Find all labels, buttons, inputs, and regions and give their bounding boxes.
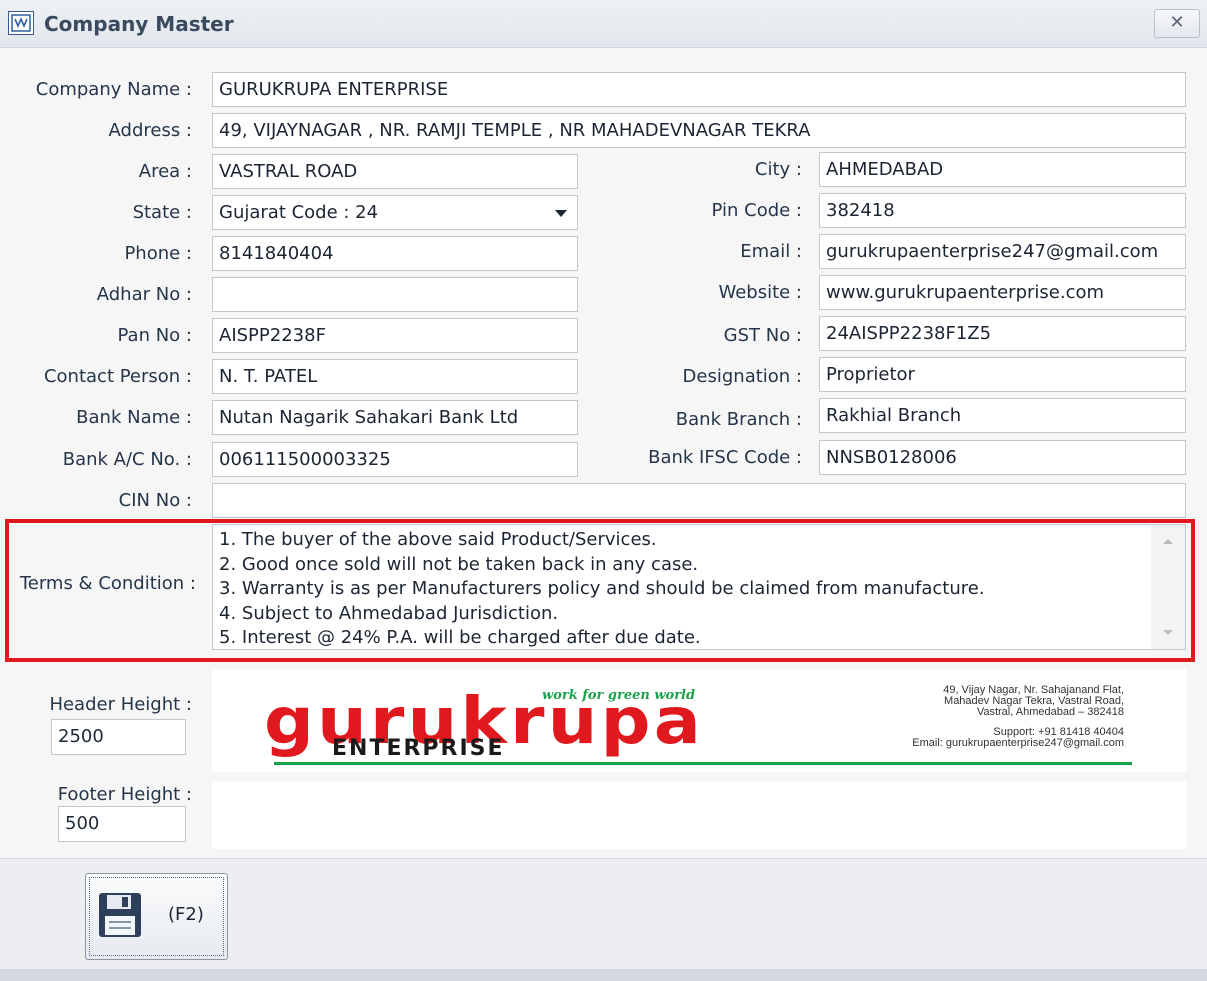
scroll-down-icon[interactable] xyxy=(1163,630,1173,635)
bank-branch-label: Bank Branch : xyxy=(675,409,802,430)
logo-sub: ENTERPRISE xyxy=(332,736,505,761)
cin-no-input[interactable] xyxy=(212,483,1186,518)
designation-input[interactable]: Proprietor xyxy=(819,357,1186,392)
close-icon[interactable]: ✕ xyxy=(1169,12,1184,33)
footer-height-input[interactable]: 500 xyxy=(58,806,186,842)
close-button[interactable]: ✕ xyxy=(1154,9,1200,38)
terms-line: 3. Warranty is as per Manufacturers poli… xyxy=(219,578,985,599)
bank-ac-no-input[interactable]: 006111500003325 xyxy=(212,442,578,477)
company-name-label: Company Name : xyxy=(35,79,192,100)
window-title: Company Master xyxy=(44,12,234,36)
bank-name-label: Bank Name : xyxy=(76,407,192,428)
header-height-label: Header Height : xyxy=(49,694,192,715)
bank-name-input[interactable]: Nutan Nagarik Sahakari Bank Ltd xyxy=(212,400,578,435)
bank-ac-no-label: Bank A/C No. : xyxy=(62,449,192,470)
title-bar: Company Master ✕ xyxy=(0,0,1207,48)
city-label: City : xyxy=(754,159,802,180)
pan-no-label: Pan No : xyxy=(117,325,192,346)
logo-address-line: Vastral, Ahmedabad – 382418 xyxy=(977,706,1124,718)
contact-person-input[interactable]: N. T. PATEL xyxy=(212,359,578,394)
cin-no-label: CIN No : xyxy=(118,490,192,511)
bank-branch-input[interactable]: Rakhial Branch xyxy=(819,398,1186,433)
website-input[interactable]: www.gurukrupaenterprise.com xyxy=(819,275,1186,310)
pin-code-input[interactable]: 382418 xyxy=(819,193,1186,228)
phone-label: Phone : xyxy=(124,243,192,264)
terms-line: 2. Good once sold will not be taken back… xyxy=(219,553,699,575)
website-label: Website : xyxy=(718,282,802,303)
chevron-down-icon[interactable] xyxy=(555,210,567,217)
footer-image[interactable] xyxy=(212,781,1186,849)
contact-person-label: Contact Person : xyxy=(43,366,192,387)
area-input[interactable]: VASTRAL ROAD xyxy=(212,154,578,189)
terms-line: 1. The buyer of the above said Product/S… xyxy=(219,529,657,550)
header-image[interactable]: work for green world gurukrupa ENTERPRIS… xyxy=(212,669,1186,772)
phone-input[interactable]: 8141840404 xyxy=(212,236,578,271)
terms-textarea[interactable]: 1. The buyer of the above said Product/S… xyxy=(212,524,1186,650)
bank-ifsc-input[interactable]: NNSB0128006 xyxy=(819,440,1186,475)
adhar-no-input[interactable] xyxy=(212,277,578,312)
terms-line: 5. Interest @ 24% P.A. will be charged a… xyxy=(219,627,701,648)
company-master-window: Company Master ✕ Company Name : GURUKRUP… xyxy=(0,0,1207,981)
bank-ifsc-label: Bank IFSC Code : xyxy=(648,447,802,468)
terms-line: 4. Subject to Ahmedabad Jurisdiction. xyxy=(219,602,559,624)
bottom-toolbar: (F2) xyxy=(0,858,1207,969)
gst-no-input[interactable]: 24AISPP2238F1Z5 xyxy=(819,316,1186,351)
state-value[interactable]: Gujarat Code : 24 xyxy=(219,202,378,223)
header-height-input[interactable]: 2500 xyxy=(51,719,186,755)
footer-height-label: Footer Height : xyxy=(57,784,192,805)
pin-code-label: Pin Code : xyxy=(711,200,802,221)
state-label: State : xyxy=(132,202,192,223)
designation-label: Designation : xyxy=(682,366,802,387)
area-label: Area : xyxy=(138,161,192,182)
adhar-no-label: Adhar No : xyxy=(96,284,192,305)
terms-label: Terms & Condition : xyxy=(19,573,196,594)
save-icon xyxy=(99,893,141,937)
save-shortcut-label[interactable]: (F2) xyxy=(168,904,204,925)
app-icon xyxy=(8,11,34,35)
address-label: Address : xyxy=(108,120,192,141)
email-input[interactable]: gurukrupaenterprise247@gmail.com xyxy=(819,234,1186,269)
scroll-up-icon[interactable] xyxy=(1163,539,1173,544)
state-dropdown[interactable]: Gujarat Code : 24 xyxy=(212,195,578,230)
logo-email: Email: gurukrupaenterprise247@gmail.com xyxy=(912,737,1124,749)
address-input[interactable]: 49, VIJAYNAGAR , NR. RAMJI TEMPLE , NR M… xyxy=(212,113,1186,148)
status-bar xyxy=(0,969,1207,981)
email-label: Email : xyxy=(740,241,802,262)
gst-no-label: GST No : xyxy=(723,325,802,346)
save-button[interactable]: (F2) xyxy=(85,873,228,960)
pan-no-input[interactable]: AISPP2238F xyxy=(212,318,578,353)
logo-underline xyxy=(274,762,1132,765)
city-input[interactable]: AHMEDABAD xyxy=(819,152,1186,187)
terms-scrollbar[interactable] xyxy=(1151,525,1185,649)
company-logo: work for green world gurukrupa ENTERPRIS… xyxy=(264,684,1132,765)
company-name-input[interactable]: GURUKRUPA ENTERPRISE xyxy=(212,72,1186,107)
